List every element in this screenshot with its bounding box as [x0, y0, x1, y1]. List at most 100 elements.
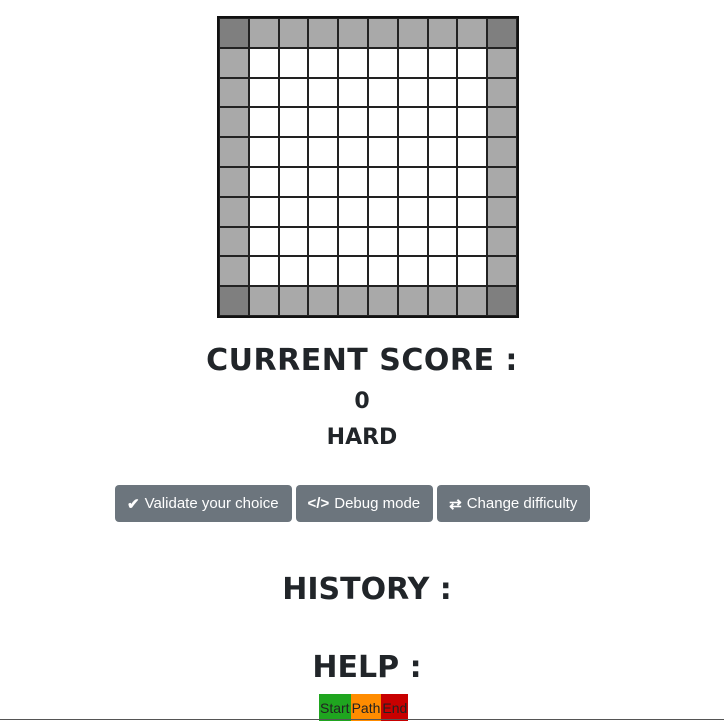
board-edge-cell[interactable] [308, 286, 339, 316]
change-difficulty-button[interactable]: ⇄ Change difficulty [437, 485, 591, 522]
board-cell[interactable] [397, 107, 428, 138]
board-cell[interactable] [427, 226, 458, 257]
board-edge-cell[interactable] [427, 286, 458, 316]
board-cell[interactable] [308, 107, 339, 138]
board-edge-cell[interactable] [367, 18, 398, 48]
board-cell[interactable] [308, 256, 339, 287]
board-cell[interactable] [397, 226, 428, 257]
board-cell[interactable] [308, 77, 339, 108]
board-cell[interactable] [308, 47, 339, 78]
board-cell[interactable] [367, 47, 398, 78]
board-edge-cell[interactable] [219, 226, 249, 257]
board-edge-cell[interactable] [457, 286, 488, 316]
board-cell[interactable] [338, 196, 368, 227]
board-cell[interactable] [308, 137, 339, 167]
board-cell[interactable] [427, 107, 458, 138]
board-cell[interactable] [338, 77, 368, 108]
board-edge-cell[interactable] [487, 107, 517, 138]
board-cell[interactable] [248, 137, 279, 167]
board-edge-cell[interactable] [219, 166, 249, 197]
board-cell[interactable] [248, 77, 279, 108]
board-cell[interactable] [278, 256, 309, 287]
board-cell[interactable] [367, 166, 398, 197]
board-cell[interactable] [248, 107, 279, 138]
board-cell[interactable] [457, 107, 488, 138]
board-edge-cell[interactable] [367, 286, 398, 316]
board-cell[interactable] [367, 196, 398, 227]
board-cell[interactable] [367, 107, 398, 138]
board-cell[interactable] [248, 47, 279, 78]
board-cell[interactable] [397, 196, 428, 227]
board-cell[interactable] [457, 137, 488, 167]
board-cell[interactable] [338, 47, 368, 78]
board-edge-cell[interactable] [487, 196, 517, 227]
board-cell[interactable] [278, 107, 309, 138]
board-cell[interactable] [248, 196, 279, 227]
board-edge-cell[interactable] [487, 47, 517, 78]
board-cell[interactable] [367, 256, 398, 287]
board-corner-cell[interactable] [487, 286, 517, 316]
board-edge-cell[interactable] [278, 286, 309, 316]
board-cell[interactable] [308, 166, 339, 197]
board-edge-cell[interactable] [397, 18, 428, 48]
board-cell[interactable] [457, 166, 488, 197]
board-edge-cell[interactable] [219, 77, 249, 108]
board-edge-cell[interactable] [457, 18, 488, 48]
board-cell[interactable] [427, 166, 458, 197]
board-edge-cell[interactable] [308, 18, 339, 48]
board-cell[interactable] [427, 47, 458, 78]
board-cell[interactable] [457, 196, 488, 227]
game-board[interactable] [217, 16, 519, 318]
board-cell[interactable] [308, 226, 339, 257]
board-edge-cell[interactable] [487, 166, 517, 197]
board-cell[interactable] [248, 226, 279, 257]
board-edge-cell[interactable] [219, 47, 249, 78]
board-cell[interactable] [338, 226, 368, 257]
board-cell[interactable] [427, 137, 458, 167]
board-cell[interactable] [427, 77, 458, 108]
board-cell[interactable] [397, 137, 428, 167]
board-edge-cell[interactable] [487, 226, 517, 257]
board-cell[interactable] [397, 256, 428, 287]
board-cell[interactable] [457, 77, 488, 108]
board-cell[interactable] [338, 107, 368, 138]
board-cell[interactable] [427, 256, 458, 287]
board-cell[interactable] [367, 77, 398, 108]
board-cell[interactable] [248, 256, 279, 287]
board-cell[interactable] [278, 77, 309, 108]
board-edge-cell[interactable] [248, 286, 279, 316]
board-cell[interactable] [278, 137, 309, 167]
board-cell[interactable] [278, 166, 309, 197]
board-cell[interactable] [367, 137, 398, 167]
board-cell[interactable] [338, 137, 368, 167]
board-edge-cell[interactable] [278, 18, 309, 48]
board-edge-cell[interactable] [397, 286, 428, 316]
board-edge-cell[interactable] [219, 107, 249, 138]
board-edge-cell[interactable] [248, 18, 279, 48]
board-cell[interactable] [457, 226, 488, 257]
board-cell[interactable] [278, 47, 309, 78]
validate-button[interactable]: ✔ Validate your choice [115, 485, 292, 522]
board-edge-cell[interactable] [427, 18, 458, 48]
board-edge-cell[interactable] [338, 286, 368, 316]
board-cell[interactable] [397, 166, 428, 197]
board-cell[interactable] [397, 47, 428, 78]
board-cell[interactable] [457, 256, 488, 287]
board-cell[interactable] [367, 226, 398, 257]
board-cell[interactable] [338, 166, 368, 197]
board-edge-cell[interactable] [219, 137, 249, 167]
board-cell[interactable] [338, 256, 368, 287]
board-edge-cell[interactable] [487, 137, 517, 167]
board-cell[interactable] [427, 196, 458, 227]
board-corner-cell[interactable] [219, 286, 249, 316]
board-corner-cell[interactable] [219, 18, 249, 48]
board-cell[interactable] [397, 77, 428, 108]
board-edge-cell[interactable] [487, 256, 517, 287]
board-edge-cell[interactable] [487, 77, 517, 108]
board-cell[interactable] [278, 196, 309, 227]
board-cell[interactable] [308, 196, 339, 227]
board-edge-cell[interactable] [338, 18, 368, 48]
board-edge-cell[interactable] [219, 256, 249, 287]
board-edge-cell[interactable] [219, 196, 249, 227]
board-cell[interactable] [457, 47, 488, 78]
